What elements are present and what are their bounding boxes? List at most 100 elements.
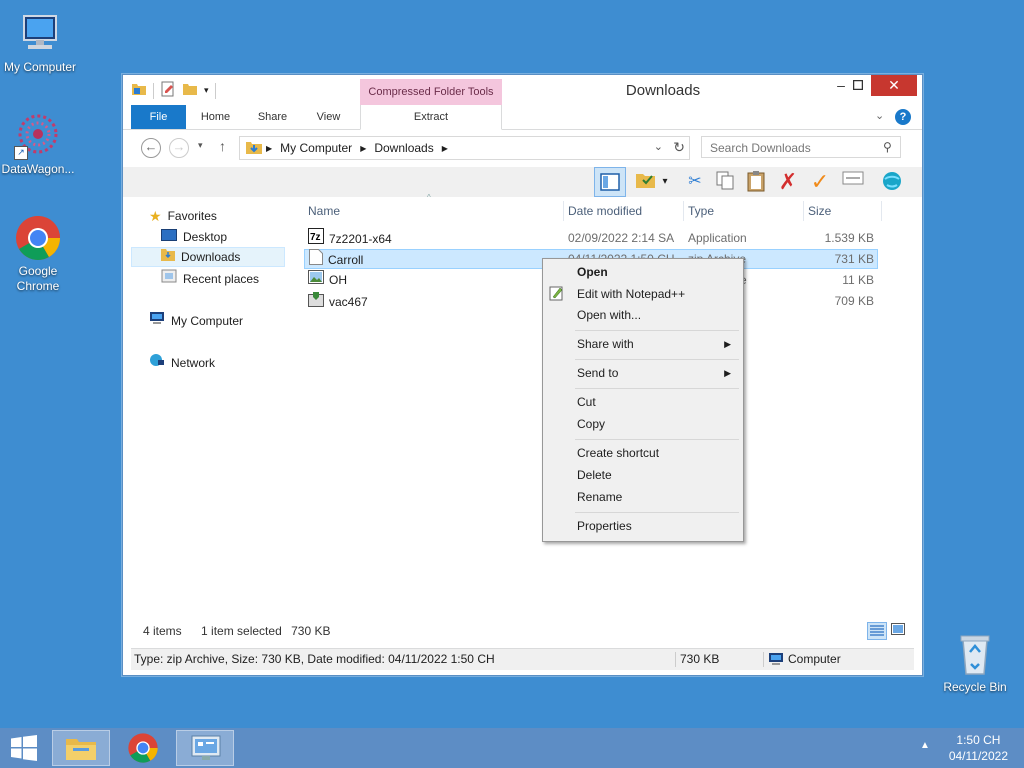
nav-label: Recent places — [183, 272, 260, 286]
large-icons-view-button[interactable] — [891, 623, 909, 639]
menu-item-properties[interactable]: Properties — [577, 516, 735, 536]
context-menu: Open Edit with Notepad++ Open with... Sh… — [542, 258, 744, 542]
help-icon[interactable]: ? — [895, 109, 911, 125]
nav-my-computer[interactable]: My Computer — [149, 311, 243, 331]
nav-recent-places[interactable]: Recent places — [161, 269, 259, 289]
breadcrumb-my-computer[interactable]: My Computer — [280, 141, 352, 155]
search-icon[interactable]: ⚲ — [883, 140, 892, 154]
delete-icon[interactable]: ✗ — [776, 170, 800, 194]
toolbar-dropdown-icon[interactable]: ▾ — [659, 170, 671, 194]
menu-separator — [575, 439, 739, 440]
desktop-icon-datawagon[interactable]: ↗ DataWagon... — [0, 112, 78, 176]
menu-item-share-with[interactable]: Share with ▶ — [577, 334, 735, 354]
column-header-type[interactable]: Type — [684, 201, 804, 221]
large-icons-view-icon — [891, 623, 905, 635]
open-folder-icon[interactable] — [634, 170, 658, 194]
desktop-icon-my-computer[interactable]: My Computer — [0, 10, 80, 74]
taskbar-google-chrome[interactable] — [114, 730, 172, 766]
file-row[interactable]: 7z 7z2201-x64 02/09/2022 2:14 SA Applica… — [304, 228, 878, 248]
taskbar: ▲ 1:50 CH 04/11/2022 — [0, 728, 1024, 768]
breadcrumb-separator-icon: ▶ — [266, 143, 273, 153]
rename-check-icon[interactable]: ✓ — [808, 170, 832, 194]
title-bar[interactable]: ▾ Compressed Folder Tools Downloads – ✕ — [123, 75, 922, 105]
menu-item-edit-with-notepad[interactable]: Edit with Notepad++ — [577, 284, 735, 304]
recent-places-icon — [161, 269, 177, 289]
refresh-icon[interactable]: ↻ — [673, 139, 685, 156]
maximize-icon — [852, 79, 864, 91]
menu-item-delete[interactable]: Delete — [577, 465, 735, 485]
desktop-icon-label: Google Chrome — [16, 264, 60, 293]
back-button[interactable]: ← — [141, 138, 161, 158]
ribbon-tabs: File Home Share View Extract ⌄ ? — [123, 105, 922, 130]
clock-time: 1:50 CH — [956, 733, 1001, 747]
folder-icon[interactable] — [131, 81, 147, 100]
menu-item-open[interactable]: Open — [577, 262, 735, 282]
desktop-icon-label: Recycle Bin — [943, 680, 1007, 694]
menu-item-create-shortcut[interactable]: Create shortcut — [577, 443, 735, 463]
computer-icon — [768, 652, 784, 673]
desktop-icon-recycle-bin[interactable]: Recycle Bin — [935, 630, 1015, 694]
breadcrumb-downloads[interactable]: Downloads — [374, 141, 433, 155]
address-dropdown-icon[interactable]: ⌄ — [654, 140, 663, 153]
nav-desktop[interactable]: Desktop — [161, 227, 227, 247]
close-button[interactable]: ✕ — [871, 75, 917, 96]
nav-favorites[interactable]: ★ Favorites — [149, 206, 217, 226]
menu-separator — [575, 512, 739, 513]
tab-extract[interactable]: Extract — [360, 105, 502, 130]
file-name: Carroll — [328, 253, 364, 267]
menu-item-label: Share with — [577, 337, 634, 351]
nav-downloads[interactable]: Downloads — [131, 247, 285, 267]
globe-icon[interactable] — [880, 170, 904, 194]
file-size: 1.539 KB — [824, 231, 874, 245]
navigation-pane: ★ Favorites Desktop Downloads Recent pla… — [131, 199, 287, 619]
menu-separator — [575, 359, 739, 360]
ribbon-expand-icon[interactable]: ⌄ — [875, 109, 884, 122]
details-info: Type: zip Archive, Size: 730 KB, Date mo… — [134, 652, 495, 666]
chrome-icon — [128, 733, 158, 763]
start-button[interactable] — [0, 730, 48, 766]
recent-locations-icon[interactable]: ▾ — [198, 140, 203, 151]
explorer-window: ▾ Compressed Folder Tools Downloads – ✕ … — [122, 74, 923, 676]
tab-home[interactable]: Home — [193, 105, 238, 129]
column-header-date-modified[interactable]: Date modified — [564, 201, 684, 221]
desktop-icon-label: My Computer — [3, 60, 77, 74]
file-type: Application — [688, 231, 747, 245]
search-input[interactable]: Search Downloads — [701, 136, 901, 158]
nav-label: Desktop — [183, 230, 228, 244]
properties-icon[interactable] — [160, 81, 176, 100]
downloads-folder-icon — [246, 140, 262, 157]
menu-item-cut[interactable]: Cut — [577, 392, 735, 412]
status-bar: 4 items 1 item selected 730 KB — [143, 624, 346, 638]
show-hidden-icons-button[interactable]: ▲ — [920, 740, 930, 751]
clock[interactable]: 1:50 CH 04/11/2022 — [949, 732, 1008, 764]
paste-icon[interactable] — [744, 170, 768, 194]
file-date: 02/09/2022 2:14 SA — [568, 231, 675, 245]
taskbar-control-panel[interactable] — [176, 730, 234, 766]
menu-item-rename[interactable]: Rename — [577, 487, 735, 507]
tab-file[interactable]: File — [131, 105, 186, 129]
menu-item-copy[interactable]: Copy — [577, 414, 735, 434]
menu-item-open-with[interactable]: Open with... — [577, 305, 735, 325]
taskbar-file-explorer[interactable] — [52, 730, 110, 766]
desktop-icon-google-chrome[interactable]: Google Chrome — [0, 214, 78, 294]
nav-label: Network — [171, 356, 216, 370]
cut-icon[interactable]: ✂ — [683, 170, 707, 194]
up-button[interactable]: ↑ — [219, 138, 226, 154]
column-header-size[interactable]: Size — [804, 201, 882, 221]
copy-icon[interactable] — [713, 170, 737, 194]
preview-pane-icon[interactable] — [594, 167, 626, 197]
new-folder-icon[interactable] — [182, 81, 198, 100]
forward-button[interactable]: → — [169, 138, 189, 158]
notepad-plus-plus-icon — [549, 285, 565, 304]
properties-icon[interactable] — [841, 170, 865, 194]
details-view-button[interactable] — [867, 622, 887, 640]
address-bar[interactable]: ▶ My Computer ▶ Downloads ▶ ⌄ ↻ — [239, 136, 690, 160]
column-header-name[interactable]: Name — [304, 201, 564, 221]
tab-share[interactable]: Share — [250, 105, 295, 129]
svg-text:7z: 7z — [310, 232, 321, 243]
qat-dropdown-icon[interactable]: ▾ — [204, 85, 209, 96]
maximize-button[interactable] — [843, 75, 873, 96]
nav-network[interactable]: Network — [149, 353, 215, 373]
tab-view[interactable]: View — [306, 105, 351, 129]
menu-item-send-to[interactable]: Send to ▶ — [577, 363, 735, 383]
